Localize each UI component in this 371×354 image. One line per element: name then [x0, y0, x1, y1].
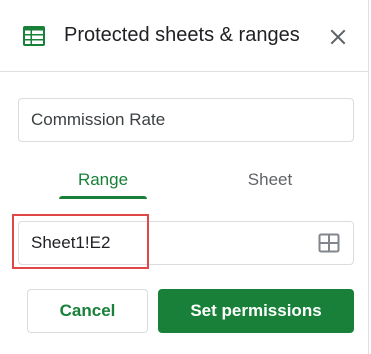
range-field [18, 221, 354, 265]
description-input[interactable] [18, 98, 354, 142]
tab-sheet[interactable]: Sheet [226, 163, 314, 199]
range-input[interactable] [31, 222, 291, 264]
panel-title: Protected sheets & ranges [64, 24, 300, 46]
grid-select-icon[interactable] [318, 233, 340, 253]
cancel-button[interactable]: Cancel [27, 289, 148, 333]
panel-header: Protected sheets & ranges [0, 0, 369, 72]
close-icon[interactable] [326, 25, 350, 49]
set-permissions-button[interactable]: Set permissions [158, 289, 354, 333]
active-tab-indicator [59, 196, 147, 199]
tab-range[interactable]: Range [59, 163, 147, 199]
protected-ranges-panel: Protected sheets & ranges Range Sheet Ca… [0, 0, 369, 354]
sheets-icon [22, 24, 46, 48]
